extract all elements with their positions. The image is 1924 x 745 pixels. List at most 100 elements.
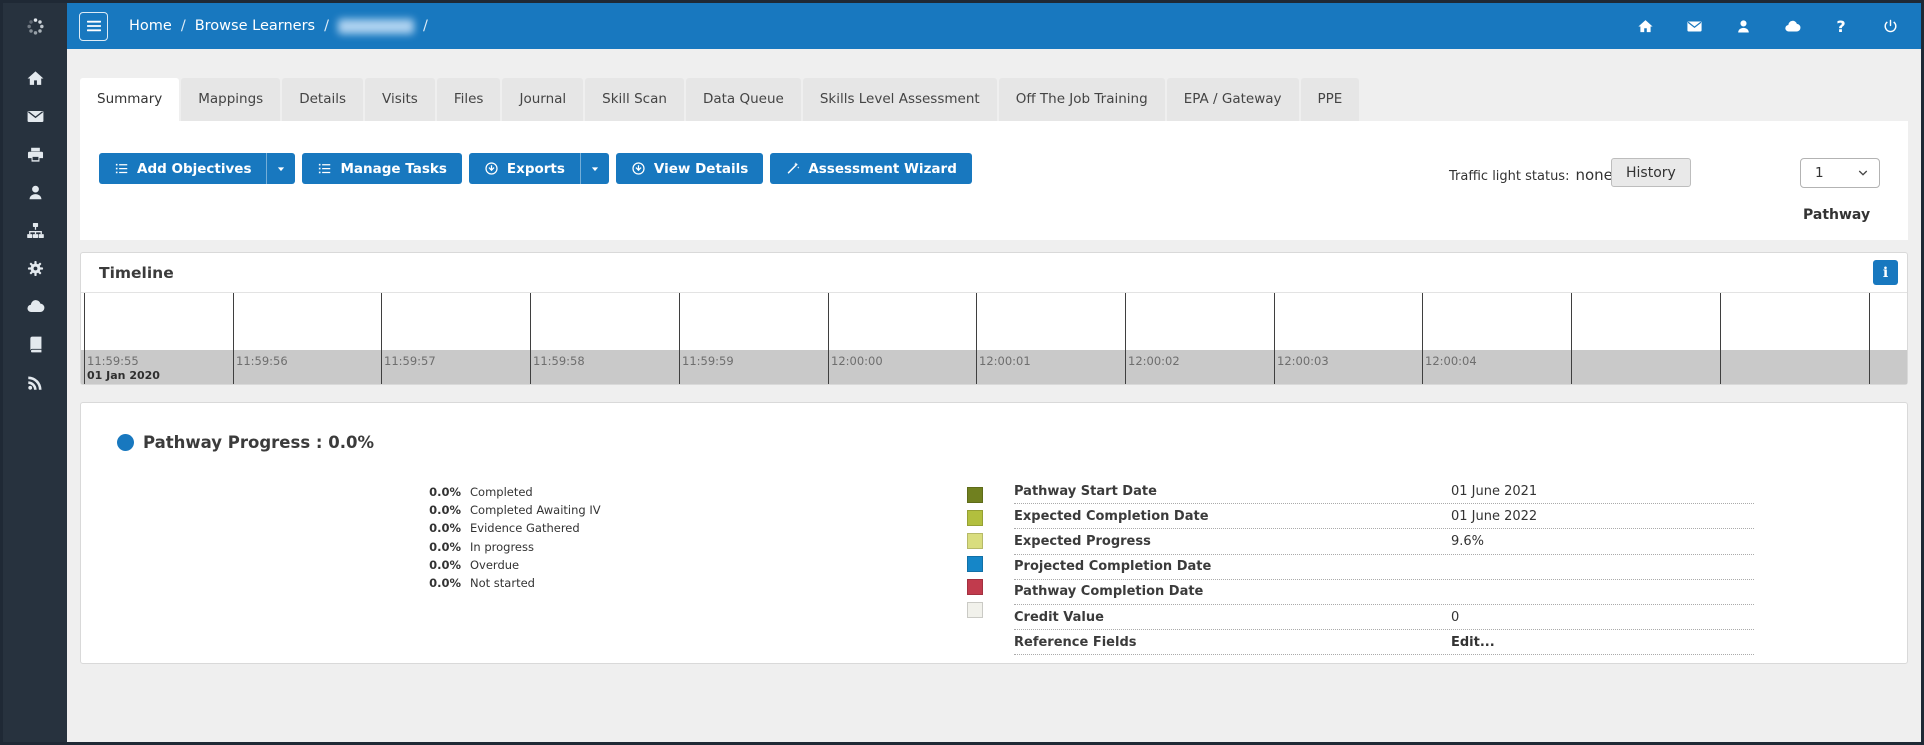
pathway-select[interactable]: 1	[1800, 158, 1880, 188]
timeline-tick-label: 12:00:04	[1425, 354, 1477, 368]
progress-dot-icon	[117, 434, 134, 451]
exports-button[interactable]: Exports	[468, 153, 580, 184]
timeline-tick-label: 11:59:59	[682, 354, 734, 368]
detail-label: Pathway Start Date	[1014, 483, 1157, 499]
rss-icon[interactable]	[3, 363, 67, 401]
tab-skill-scan[interactable]: Skill Scan	[585, 78, 684, 121]
timeline-tick-label: 12:00:03	[1277, 354, 1329, 368]
book-icon[interactable]	[3, 325, 67, 363]
legend-label: In progress	[470, 539, 534, 554]
tab-off-the-job-training[interactable]: Off The Job Training	[998, 78, 1165, 121]
legend-label: Completed Awaiting IV	[470, 503, 601, 518]
view-details-button[interactable]: View Details	[615, 153, 764, 184]
loading-spinner-icon	[3, 17, 67, 57]
status-color-swatches	[967, 487, 983, 625]
breadcrumb-home[interactable]: Home	[129, 18, 172, 34]
table-row: Expected Progress 9.6%	[1014, 529, 1754, 555]
timeline-tick-label: 11:59:56	[236, 354, 288, 368]
legend-pct: 0.0%	[429, 557, 461, 572]
timeline-chart[interactable]: 11:59:55 11:59:56 11:59:57 11:59:58 11:5…	[81, 293, 1907, 384]
table-row: Projected Completion Date	[1014, 555, 1754, 580]
envelope-icon[interactable]	[1685, 17, 1703, 35]
tab-skills-level-assessment[interactable]: Skills Level Assessment	[802, 78, 997, 121]
help-icon[interactable]: ?	[1832, 17, 1850, 36]
user-icon[interactable]	[3, 173, 67, 211]
status-swatch-completed-awaiting-iv	[967, 510, 983, 526]
tab-data-queue[interactable]: Data Queue	[685, 78, 801, 121]
tasks-icon	[319, 163, 331, 174]
pathway-select-value: 1	[1815, 165, 1824, 181]
breadcrumb-separator: /	[324, 18, 329, 34]
table-row: Reference Fields Edit...	[1014, 630, 1754, 656]
learner-name-blurred[interactable]	[337, 18, 414, 34]
menu-toggle-button[interactable]	[79, 11, 108, 41]
timeline-tick	[1720, 293, 1721, 384]
manage-tasks-button[interactable]: Manage Tasks	[302, 153, 462, 184]
timeline-header: Timeline i	[81, 253, 1907, 293]
legend-label: Overdue	[470, 557, 520, 572]
legend-row: 0.0% Not started	[428, 574, 601, 592]
progress-legend: 0.0% Completed 0.0% Completed Awaiting I…	[428, 483, 601, 592]
timeline-start-date: 01 Jan 2020	[87, 369, 160, 382]
topbar-icons: ?	[1636, 17, 1921, 36]
hamburger-icon	[86, 20, 101, 32]
detail-label: Pathway Completion Date	[1014, 584, 1204, 600]
add-objectives-button[interactable]: Add Objectives	[99, 153, 267, 184]
pathway-details-table: Pathway Start Date 01 June 2021 Expected…	[1014, 479, 1754, 656]
tab-journal[interactable]: Journal	[502, 78, 584, 121]
detail-value: 0	[1451, 609, 1460, 625]
tab-files[interactable]: Files	[436, 78, 501, 121]
detail-label: Projected Completion Date	[1014, 559, 1212, 575]
legend-label: Not started	[470, 576, 535, 591]
timeline-tick	[381, 293, 382, 384]
envelope-icon[interactable]	[3, 97, 67, 135]
assessment-wizard-button[interactable]: Assessment Wizard	[770, 153, 972, 184]
reference-fields-edit-link[interactable]: Edit...	[1451, 635, 1495, 650]
detail-value: 01 June 2021	[1451, 483, 1538, 499]
tab-ppe[interactable]: PPE	[1300, 78, 1360, 121]
legend-pct: 0.0%	[429, 576, 461, 591]
tab-mappings[interactable]: Mappings	[181, 78, 281, 121]
power-icon[interactable]	[1881, 17, 1899, 35]
timeline-title: Timeline	[99, 263, 174, 282]
sitemap-icon[interactable]	[3, 211, 67, 249]
cloud-icon[interactable]	[1783, 17, 1801, 35]
timeline-tick	[828, 293, 829, 384]
info-icon[interactable]: i	[1873, 260, 1898, 285]
tab-details[interactable]: Details	[282, 78, 364, 121]
details-circle-icon	[632, 162, 645, 175]
status-swatch-not-started	[967, 602, 983, 618]
tab-visits[interactable]: Visits	[365, 78, 435, 121]
detail-label: Credit Value	[1014, 609, 1104, 625]
detail-label: Expected Progress	[1014, 533, 1151, 549]
timeline-tick	[1422, 293, 1423, 384]
home-icon[interactable]	[3, 59, 67, 97]
cloud-icon[interactable]	[3, 287, 67, 325]
timeline-tick-label: 12:00:00	[831, 354, 883, 368]
print-icon[interactable]	[3, 135, 67, 173]
home-icon[interactable]	[1636, 17, 1654, 35]
tab-epa-gateway[interactable]: EPA / Gateway	[1166, 78, 1299, 121]
add-objectives-caret-button[interactable]	[266, 153, 296, 184]
breadcrumb-browse-learners[interactable]: Browse Learners	[195, 18, 315, 34]
toolbar-buttons: Add Objectives Manage Tasks Exports View…	[99, 153, 972, 184]
timeline-tick-label: 12:00:01	[979, 354, 1031, 368]
exports-caret-button[interactable]	[579, 153, 609, 184]
user-icon[interactable]	[1734, 17, 1752, 35]
history-button[interactable]: History	[1611, 158, 1691, 187]
add-objectives-group: Add Objectives	[99, 153, 296, 184]
timeline-tick-label: 12:00:02	[1128, 354, 1180, 368]
timeline-tick-label: 11:59:55	[87, 354, 139, 368]
legend-label: Completed	[470, 485, 533, 500]
timeline-tick-label: 11:59:58	[533, 354, 585, 368]
sidebar-nav	[3, 59, 67, 401]
legend-label: Evidence Gathered	[470, 521, 580, 536]
list-icon	[115, 163, 128, 174]
timeline-tick	[1869, 293, 1870, 384]
gear-icon[interactable]	[3, 249, 67, 287]
tab-summary[interactable]: Summary	[80, 78, 180, 121]
breadcrumb-separator: /	[180, 18, 186, 34]
timeline-tick	[1274, 293, 1275, 384]
legend-row: 0.0% Evidence Gathered	[428, 519, 601, 537]
pathway-progress-title: Pathway Progress : 0.0%	[143, 433, 374, 452]
